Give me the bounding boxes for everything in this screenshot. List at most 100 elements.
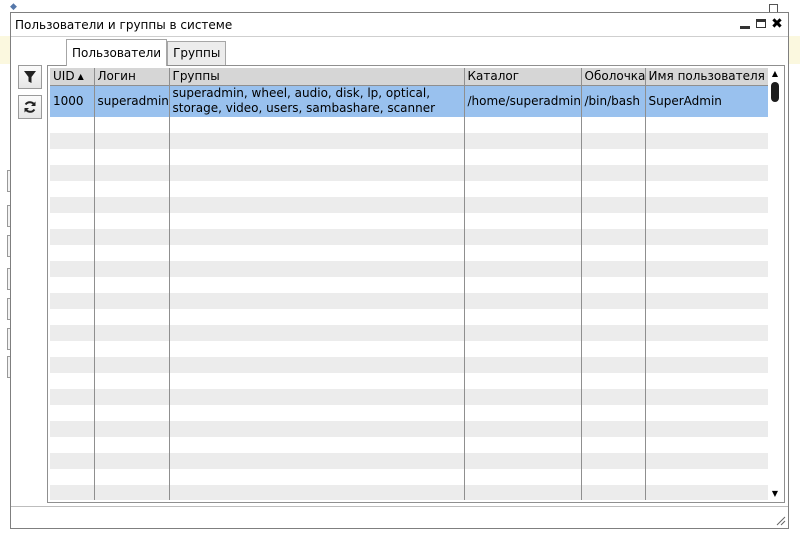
empty-cell bbox=[581, 149, 646, 165]
table-row[interactable]: 1000 superadmin superadmin, wheel, audio… bbox=[50, 85, 768, 117]
empty-cell bbox=[169, 405, 465, 421]
empty-cell bbox=[94, 453, 170, 469]
empty-row bbox=[50, 373, 768, 389]
resize-grip-icon[interactable] bbox=[774, 514, 786, 526]
column-header-login[interactable]: Логин bbox=[94, 68, 170, 86]
empty-cell bbox=[169, 117, 465, 133]
scroll-up-arrow-icon[interactable]: ▲ bbox=[768, 68, 782, 80]
empty-row bbox=[50, 437, 768, 453]
empty-cell bbox=[581, 165, 646, 181]
column-header-uid[interactable]: UID ▲ bbox=[50, 68, 95, 86]
scrollbar-thumb[interactable] bbox=[771, 82, 779, 102]
title-bar[interactable]: Пользователи и группы в системе ✖ bbox=[11, 13, 788, 37]
empty-cell bbox=[464, 389, 582, 405]
empty-cell bbox=[464, 181, 582, 197]
empty-cell bbox=[50, 149, 95, 165]
empty-row bbox=[50, 389, 768, 405]
empty-row bbox=[50, 133, 768, 149]
empty-cell bbox=[169, 469, 465, 485]
empty-cell bbox=[94, 405, 170, 421]
refresh-button[interactable] bbox=[18, 95, 42, 119]
empty-row bbox=[50, 117, 768, 133]
empty-cell bbox=[94, 469, 170, 485]
users-table: UID ▲ Логин Группы Каталог Оболочка Имя п… bbox=[47, 65, 785, 503]
close-button[interactable]: ✖ bbox=[770, 17, 784, 31]
empty-cell bbox=[645, 293, 768, 309]
filter-icon bbox=[24, 71, 36, 83]
empty-cell bbox=[645, 117, 768, 133]
cell-shell: /bin/bash bbox=[581, 85, 646, 117]
cell-home: /home/superadmin bbox=[464, 85, 582, 117]
empty-cell bbox=[169, 133, 465, 149]
empty-cell bbox=[464, 469, 582, 485]
cell-groups: superadmin, wheel, audio, disk, lp, opti… bbox=[169, 85, 465, 117]
empty-cell bbox=[645, 405, 768, 421]
empty-cell bbox=[581, 261, 646, 277]
empty-cell bbox=[581, 373, 646, 389]
empty-cell bbox=[581, 325, 646, 341]
empty-cell bbox=[169, 245, 465, 261]
empty-cell bbox=[169, 437, 465, 453]
maximize-button[interactable] bbox=[754, 17, 768, 31]
empty-cell bbox=[50, 437, 95, 453]
empty-cell bbox=[94, 293, 170, 309]
empty-cell bbox=[464, 357, 582, 373]
empty-cell bbox=[464, 261, 582, 277]
sort-ascending-icon: ▲ bbox=[77, 72, 84, 82]
empty-cell bbox=[581, 245, 646, 261]
filter-button[interactable] bbox=[18, 65, 42, 89]
empty-cell bbox=[464, 341, 582, 357]
column-header-name[interactable]: Имя пользователя bbox=[645, 68, 768, 86]
empty-cell bbox=[50, 309, 95, 325]
empty-cell bbox=[50, 229, 95, 245]
empty-cell bbox=[169, 453, 465, 469]
empty-row bbox=[50, 325, 768, 341]
empty-cell bbox=[94, 117, 170, 133]
empty-row bbox=[50, 405, 768, 421]
empty-row bbox=[50, 293, 768, 309]
scroll-down-arrow-icon[interactable]: ▼ bbox=[768, 488, 782, 500]
empty-cell bbox=[581, 357, 646, 373]
empty-cell bbox=[50, 469, 95, 485]
empty-cell bbox=[50, 293, 95, 309]
empty-cell bbox=[581, 229, 646, 245]
empty-cell bbox=[464, 325, 582, 341]
empty-cell bbox=[464, 437, 582, 453]
empty-cell bbox=[94, 181, 170, 197]
background-app-icon: ◆ bbox=[10, 2, 17, 12]
empty-row bbox=[50, 149, 768, 165]
empty-cell bbox=[94, 229, 170, 245]
empty-row bbox=[50, 421, 768, 437]
empty-cell bbox=[581, 341, 646, 357]
empty-cell bbox=[581, 453, 646, 469]
empty-cell bbox=[94, 309, 170, 325]
empty-cell bbox=[94, 165, 170, 181]
column-header-groups[interactable]: Группы bbox=[169, 68, 465, 86]
empty-cell bbox=[464, 453, 582, 469]
tab-groups[interactable]: Группы bbox=[167, 41, 227, 65]
empty-cell bbox=[50, 485, 95, 500]
empty-cell bbox=[464, 165, 582, 181]
empty-row bbox=[50, 309, 768, 325]
empty-cell bbox=[581, 277, 646, 293]
empty-cell bbox=[169, 389, 465, 405]
empty-cell bbox=[50, 453, 95, 469]
window-controls: ✖ bbox=[738, 17, 784, 31]
column-header-home[interactable]: Каталог bbox=[464, 68, 582, 86]
empty-cell bbox=[169, 485, 465, 500]
window-title: Пользователи и группы в системе bbox=[15, 18, 233, 32]
empty-cell bbox=[645, 165, 768, 181]
column-header-shell[interactable]: Оболочка bbox=[581, 68, 646, 86]
empty-cell bbox=[645, 453, 768, 469]
empty-cell bbox=[50, 197, 95, 213]
tab-users[interactable]: Пользователи bbox=[66, 39, 168, 66]
tab-bar: Пользователи Группы bbox=[66, 39, 227, 66]
empty-cell bbox=[464, 149, 582, 165]
empty-row bbox=[50, 165, 768, 181]
empty-cell bbox=[94, 213, 170, 229]
minimize-button[interactable] bbox=[738, 17, 752, 31]
empty-cell bbox=[169, 165, 465, 181]
vertical-scrollbar[interactable]: ▲ ▼ bbox=[768, 68, 782, 500]
empty-cell bbox=[50, 277, 95, 293]
empty-cell bbox=[645, 245, 768, 261]
